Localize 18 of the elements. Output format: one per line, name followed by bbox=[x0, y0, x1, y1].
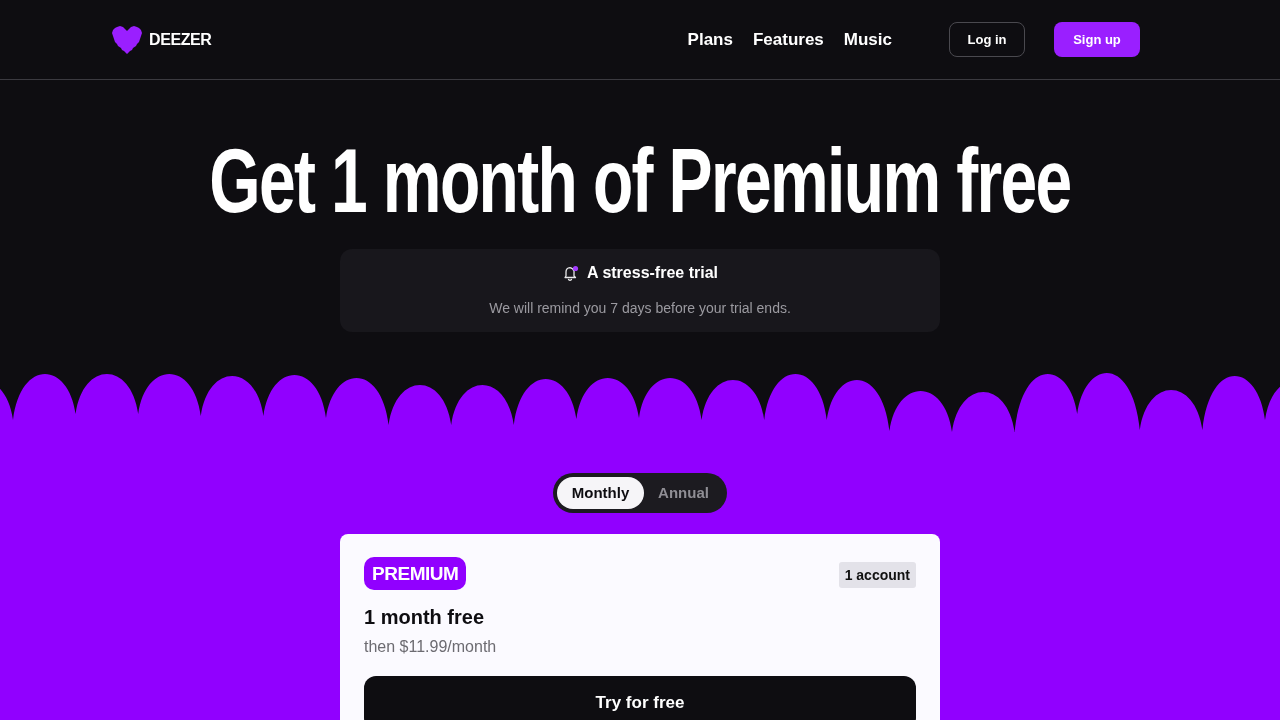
account-tag: 1 account bbox=[838, 562, 916, 588]
try-for-free-button[interactable]: Try for free bbox=[364, 676, 916, 720]
plan-price: then $11.99/month bbox=[364, 637, 498, 657]
billing-tab[interactable]: Annual bbox=[644, 477, 723, 509]
nav-link[interactable]: Features bbox=[752, 28, 824, 51]
log-in-button[interactable]: Log in bbox=[949, 22, 1025, 57]
billing-tab[interactable]: Monthly bbox=[557, 477, 644, 509]
notice-text: We will remind you 7 days before your trial ends. bbox=[489, 299, 791, 317]
plan-badge: PREMIUM bbox=[364, 557, 467, 590]
nav-link[interactable]: Plans bbox=[687, 28, 733, 51]
heart-logo-icon[interactable] bbox=[112, 24, 142, 55]
bell-icon bbox=[562, 264, 579, 282]
sign-up-button[interactable]: Sign up bbox=[1054, 22, 1140, 57]
nav-link[interactable]: Music bbox=[843, 28, 892, 51]
notice-title: A stress-free trial bbox=[587, 263, 718, 283]
logo-wordmark[interactable]: DEEZER bbox=[149, 31, 212, 48]
plan-title: 1 month free bbox=[364, 605, 486, 630]
hero-heading: Get 1 month of Premium free bbox=[209, 136, 1071, 224]
